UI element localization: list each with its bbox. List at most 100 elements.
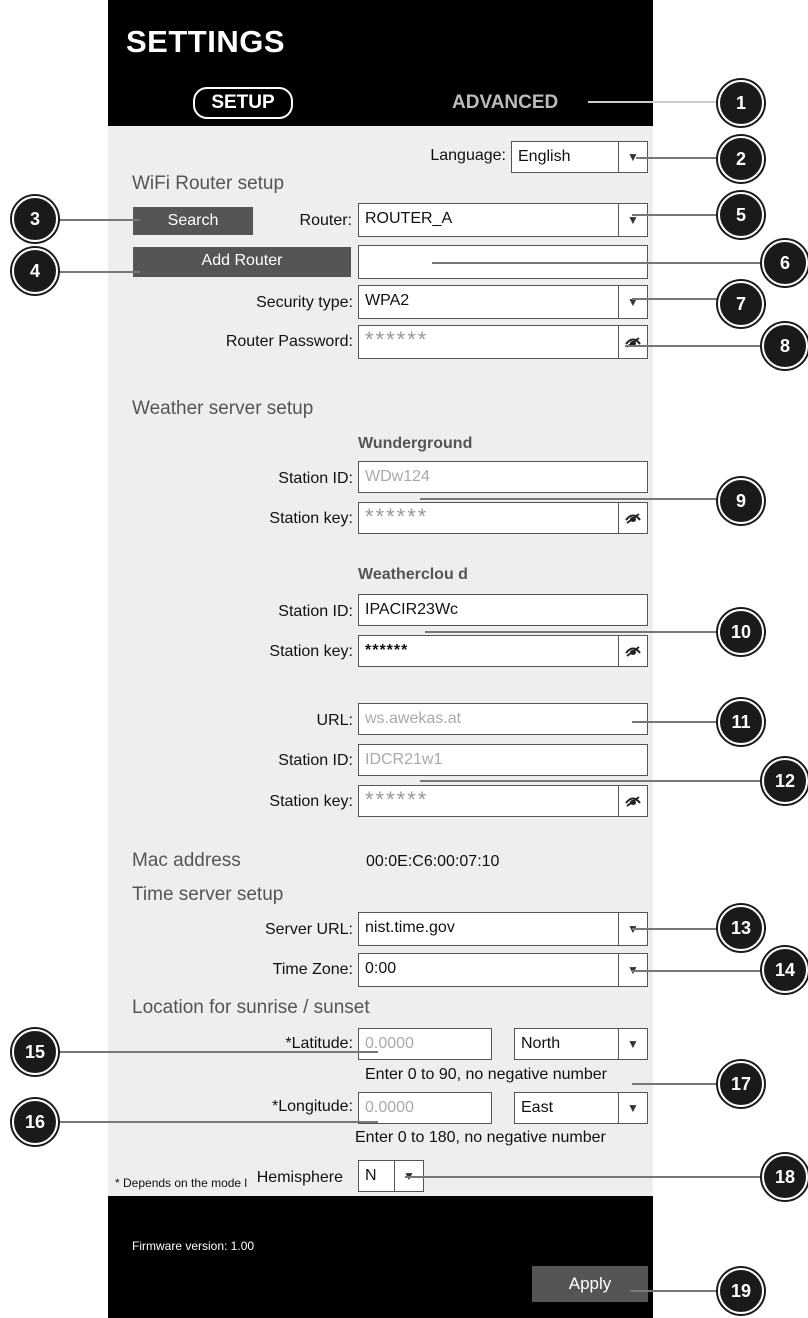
- server-url-value: nist.time.gov: [365, 919, 455, 936]
- callout-line-8: [625, 345, 765, 347]
- mac-address-value: 00:0E:C6:00:07:10: [366, 853, 500, 870]
- search-button[interactable]: Search: [133, 207, 253, 235]
- server-url-label: Server URL:: [264, 921, 353, 938]
- callout-line-13: [632, 928, 718, 930]
- tab-advanced[interactable]: ADVANCED: [452, 92, 558, 114]
- callout-15: 15: [12, 1029, 58, 1075]
- awekas-station-key-label: Station key:: [269, 793, 353, 810]
- callout-line-12: [420, 780, 765, 782]
- awekas-station-key-value: ******: [365, 787, 429, 812]
- security-type-label: Security type:: [256, 294, 353, 311]
- security-type-value: WPA2: [365, 292, 410, 309]
- callout-line-10: [425, 631, 718, 633]
- page-title: SETTINGS: [126, 24, 286, 59]
- callout-line-18: [405, 1176, 765, 1178]
- wc-station-key-input[interactable]: ******: [358, 635, 648, 667]
- eye-hidden-icon[interactable]: [618, 503, 647, 533]
- tab-setup[interactable]: SETUP: [193, 87, 293, 119]
- callout-line-9: [420, 498, 718, 500]
- awekas-url-input[interactable]: ws.awekas.at: [358, 703, 648, 735]
- router-password-input[interactable]: ******: [358, 325, 648, 359]
- awekas-url-label: URL:: [316, 712, 353, 729]
- router-value: ROUTER_A: [365, 210, 453, 227]
- time-zone-label: Time Zone:: [272, 961, 353, 978]
- dropdown-arrow-icon: ▼: [618, 1029, 647, 1059]
- callout-9: 9: [718, 478, 764, 524]
- weather-section-title: Weather server setup: [132, 398, 314, 419]
- header-bar: [108, 0, 653, 126]
- callout-13: 13: [718, 905, 764, 951]
- latitude-direction-select[interactable]: North ▼: [514, 1028, 648, 1060]
- wc-station-key-label: Station key:: [269, 643, 353, 660]
- longitude-direction-select[interactable]: East ▼: [514, 1092, 648, 1124]
- server-url-select[interactable]: nist.time.gov ▼: [358, 912, 648, 946]
- awekas-station-id-label: Station ID:: [278, 752, 353, 769]
- add-router-button[interactable]: Add Router: [133, 247, 351, 277]
- callout-18: 18: [762, 1154, 808, 1200]
- callout-line-19: [630, 1290, 718, 1292]
- callout-11: 11: [718, 699, 764, 745]
- callout-line-6: [432, 262, 764, 264]
- callout-8: 8: [762, 323, 808, 369]
- wu-station-id-input[interactable]: WDw124: [358, 461, 648, 493]
- wu-station-key-value: ******: [365, 504, 429, 529]
- language-label: Language:: [430, 147, 506, 164]
- callout-6: 6: [762, 240, 808, 286]
- eye-hidden-icon[interactable]: [618, 326, 647, 358]
- callout-line-15: [56, 1051, 378, 1053]
- callout-line-7: [632, 298, 718, 300]
- callout-4: 4: [12, 248, 58, 294]
- callout-line-11: [632, 721, 718, 723]
- latitude-input[interactable]: 0.0000: [358, 1028, 492, 1060]
- wu-station-key-label: Station key:: [269, 510, 353, 527]
- callout-5: 5: [718, 192, 764, 238]
- language-select[interactable]: English ▼: [511, 141, 648, 173]
- awekas-station-key-input[interactable]: ******: [358, 785, 648, 817]
- callout-line-4: [56, 271, 140, 273]
- longitude-label: *Longitude:: [272, 1098, 353, 1115]
- wc-station-id-label: Station ID:: [278, 603, 353, 620]
- callout-2: 2: [718, 136, 764, 182]
- wu-station-key-input[interactable]: ******: [358, 502, 648, 534]
- eye-hidden-icon[interactable]: [618, 636, 647, 666]
- callout-1: 1: [718, 80, 764, 126]
- callout-line-17: [632, 1083, 718, 1085]
- longitude-input[interactable]: 0.0000: [358, 1092, 492, 1124]
- wifi-section-title: WiFi Router setup: [132, 173, 285, 194]
- time-zone-select[interactable]: 0:00 ▼: [358, 953, 648, 987]
- router-password-value: ******: [365, 327, 429, 352]
- wc-station-key-value: ******: [365, 642, 409, 659]
- firmware-version: Firmware version: 1.00: [132, 1239, 255, 1253]
- callout-16: 16: [12, 1099, 58, 1145]
- callout-line-1: [588, 101, 718, 103]
- wu-station-id-label: Station ID:: [278, 470, 353, 487]
- security-type-select[interactable]: WPA2 ▼: [358, 285, 648, 319]
- dropdown-arrow-icon: ▼: [618, 1093, 647, 1123]
- callout-12: 12: [762, 758, 808, 804]
- callout-line-5: [632, 214, 718, 216]
- callout-19: 19: [718, 1268, 764, 1314]
- callout-17: 17: [718, 1061, 764, 1107]
- router-select[interactable]: ROUTER_A ▼: [358, 203, 648, 237]
- router-label: Router:: [299, 212, 352, 229]
- callout-14: 14: [762, 947, 808, 993]
- callout-line-16: [56, 1121, 378, 1123]
- awekas-station-id-input[interactable]: IDCR21w1: [358, 744, 648, 776]
- mac-address-label: Mac address: [132, 850, 241, 871]
- callout-line-3: [56, 219, 140, 221]
- language-value: English: [518, 148, 571, 165]
- callout-7: 7: [718, 281, 764, 327]
- time-section-title: Time server setup: [132, 884, 284, 905]
- eye-hidden-icon[interactable]: [618, 786, 647, 816]
- location-section-title: Location for sunrise / sunset: [132, 997, 370, 1018]
- weathercloud-title: Weatherclou d: [358, 566, 468, 583]
- wunderground-title: Wunderground: [358, 435, 473, 452]
- callout-10: 10: [718, 609, 764, 655]
- latitude-direction-value: North: [521, 1035, 561, 1052]
- dropdown-arrow-icon: ▼: [618, 204, 647, 236]
- apply-button[interactable]: Apply: [532, 1266, 648, 1302]
- callout-3: 3: [12, 196, 58, 242]
- time-zone-value: 0:00: [365, 960, 397, 977]
- longitude-hint: Enter 0 to 180, no negative number: [355, 1129, 606, 1146]
- wc-station-id-input[interactable]: IPACIR23Wc: [358, 594, 648, 626]
